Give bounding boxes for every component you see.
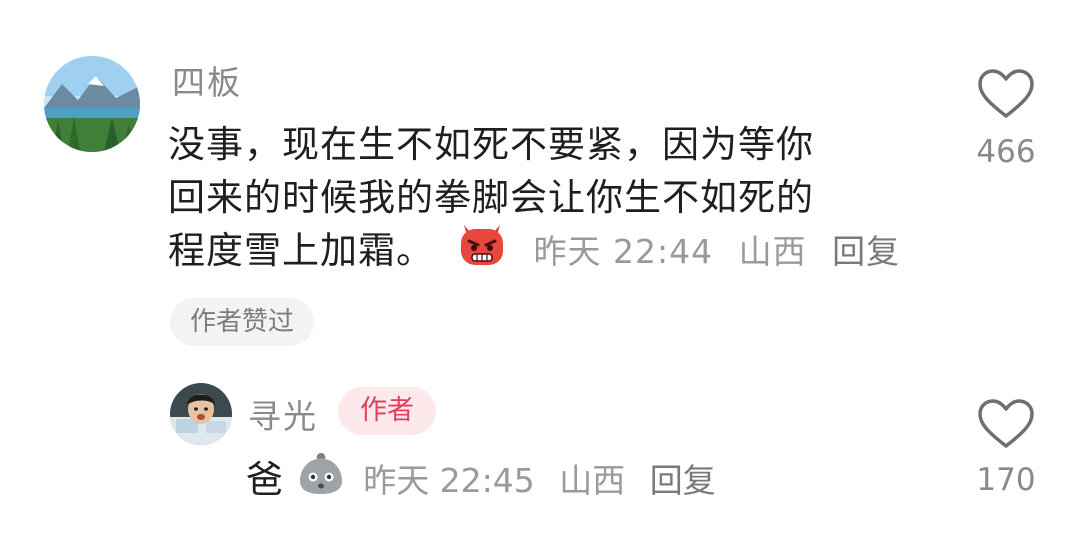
comment-text-line: 回来的时候我的拳脚会让你生不如死的 [168, 176, 814, 219]
landscape-avatar-image [44, 56, 140, 152]
person-photo-avatar-image [170, 383, 232, 445]
reply-like-button[interactable] [976, 398, 1036, 452]
comment-like-button[interactable] [976, 68, 1036, 122]
comment-location: 山西 [738, 232, 807, 271]
reply-author-avatar[interactable] [170, 383, 232, 445]
heart-outline-icon [978, 69, 1034, 118]
comment-text-line: 没事，现在生不如死不要紧，因为等你 [168, 123, 814, 166]
comment-text: 没事，现在生不如死不要紧，因为等你 回来的时候我的拳脚会让你生不如死的 程度雪上… [168, 118, 948, 281]
commenter-avatar[interactable] [44, 56, 140, 152]
reply-text: 爸 [246, 458, 283, 501]
reply-like-count: 170 [976, 462, 1036, 498]
angry-devil-emoji-icon [457, 219, 507, 281]
reply-author-username[interactable]: 寻光 [248, 390, 318, 438]
commenter-username[interactable]: 四板 [172, 56, 242, 104]
heart-outline-icon [978, 399, 1034, 448]
comment-reply-button[interactable]: 回复 [832, 232, 900, 271]
reply-location: 山西 [559, 461, 626, 500]
author-tag: 作者 [338, 387, 436, 435]
comment-text-tail: 程度雪上加霜。 [168, 229, 434, 272]
author-liked-badge: 作者赞过 [170, 298, 315, 346]
reply-reply-button[interactable]: 回复 [650, 461, 716, 500]
comment-like-count: 466 [976, 134, 1036, 170]
reply-meta: 昨天 22:45 山西 回复 [363, 461, 730, 500]
reply-time: 昨天 22:45 [363, 461, 535, 500]
grey-blob-emoji-icon [298, 451, 344, 518]
reply-text-row: 爸 昨天 22:45 山西 回复 [246, 452, 730, 508]
comment-time: 昨天 22:44 [533, 232, 714, 271]
comment-meta: 昨天 22:44 山西 回复 [534, 232, 915, 271]
comment-text-line-last: 程度雪上加霜。 昨天 22:44 山西 回复 [168, 224, 948, 281]
